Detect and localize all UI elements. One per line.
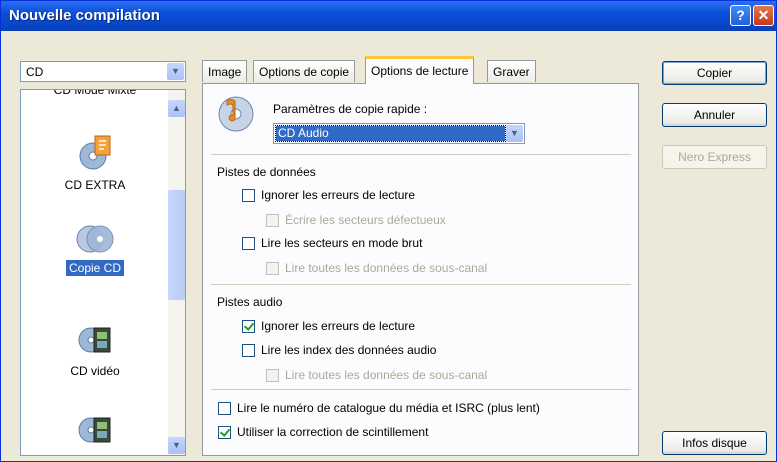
write-bad-sectors-label: Écrire les secteurs défectueux xyxy=(285,213,446,227)
chevron-down-icon[interactable]: ▼ xyxy=(506,125,523,142)
list-item-video-cd[interactable]: CD vidéo xyxy=(21,318,169,379)
tab-read-options[interactable]: Options de lecture xyxy=(365,56,475,84)
divider xyxy=(211,389,631,390)
tab-copy-options[interactable]: Options de copie xyxy=(253,60,356,82)
video-cd-icon xyxy=(78,327,111,353)
help-icon: ? xyxy=(736,7,745,23)
tab-burn[interactable]: Graver xyxy=(487,60,536,82)
ignore-read-errors-data-label: Ignorer les erreurs de lecture xyxy=(261,188,416,202)
list-scrollbar[interactable]: ▲ ▼ xyxy=(168,90,185,455)
cd-copy-icon xyxy=(76,225,114,253)
read-subchannel-data-label: Lire toutes les données de sous-canal xyxy=(285,261,488,275)
nero-express-button-label: Nero Express xyxy=(678,150,751,164)
divider xyxy=(211,154,631,155)
copy-button[interactable]: Copier xyxy=(662,61,767,85)
read-audio-index-label: Lire les index des données audio xyxy=(261,343,437,357)
tab-label: Graver xyxy=(493,65,530,79)
read-subchannel-audio-checkbox[interactable] xyxy=(266,369,279,382)
close-icon: ✕ xyxy=(757,7,770,23)
read-subchannel-data-checkbox[interactable] xyxy=(266,262,279,275)
ignore-read-errors-audio-checkbox[interactable] xyxy=(242,320,255,333)
read-options-panel: Paramètres de copie rapide : CD Audio ▼ … xyxy=(202,83,639,456)
quick-copy-select[interactable]: CD Audio ▼ xyxy=(273,123,525,144)
disc-info-button-label: Infos disque xyxy=(682,436,747,450)
list-item-label: CD Mode Mixte xyxy=(53,89,137,97)
scroll-up-button[interactable]: ▲ xyxy=(168,100,185,117)
tab-label: Image xyxy=(208,65,242,79)
ignore-read-errors-data-checkbox[interactable] xyxy=(242,189,255,202)
list-item-video-cd-2[interactable] xyxy=(21,408,169,448)
compilation-list[interactable]: CD Mode Mixte CD EXTRA Copie CD CD vidéo… xyxy=(20,89,186,456)
quick-copy-label: Paramètres de copie rapide : xyxy=(273,102,428,116)
scroll-down-button[interactable]: ▼ xyxy=(168,437,185,454)
tab-image[interactable]: Image xyxy=(202,60,248,82)
tab-label: Options de lecture xyxy=(371,64,469,78)
jitter-correction-label: Utiliser la correction de scintillement xyxy=(237,425,429,439)
jitter-correction-checkbox[interactable] xyxy=(218,426,231,439)
help-button[interactable]: ? xyxy=(730,5,751,26)
list-item-cd-extra[interactable]: CD EXTRA xyxy=(21,132,169,193)
ignore-read-errors-audio-label: Ignorer les erreurs de lecture xyxy=(261,319,416,333)
data-tracks-heading: Pistes de données xyxy=(217,165,316,179)
quick-copy-value: CD Audio xyxy=(275,125,506,142)
cancel-button[interactable]: Annuler xyxy=(662,103,767,127)
title-bar[interactable]: Nouvelle compilation ? ✕ xyxy=(1,1,776,31)
divider xyxy=(211,284,631,285)
list-item-label: Copie CD xyxy=(64,259,126,277)
compilation-type-select[interactable]: CD ▼ xyxy=(20,61,186,82)
read-raw-label: Lire les secteurs en mode brut xyxy=(261,236,423,250)
cd-extra-icon xyxy=(79,135,111,170)
copy-button-label: Copier xyxy=(696,66,733,80)
chevron-up-icon: ▲ xyxy=(172,103,181,113)
nero-express-button[interactable]: Nero Express xyxy=(662,145,767,169)
scroll-thumb[interactable] xyxy=(168,190,185,300)
chevron-down-icon: ▼ xyxy=(172,440,181,450)
dialog-window: Nouvelle compilation ? ✕ CD ▼ CD Mode Mi… xyxy=(0,0,777,462)
read-isrc-label: Lire le numéro de catalogue du média et … xyxy=(237,401,540,415)
read-subchannel-audio-label: Lire toutes les données de sous-canal xyxy=(285,368,488,382)
compilation-type-value: CD xyxy=(26,65,44,79)
video-cd-icon xyxy=(78,417,111,443)
read-isrc-checkbox[interactable] xyxy=(218,402,231,415)
list-item-label: CD EXTRA xyxy=(64,178,126,192)
audio-cd-icon xyxy=(218,96,254,132)
list-item-cd-copy[interactable]: Copie CD xyxy=(21,223,169,277)
list-item-label: CD vidéo xyxy=(70,364,120,378)
audio-tracks-heading: Pistes audio xyxy=(217,295,283,309)
cancel-button-label: Annuler xyxy=(693,108,736,122)
write-bad-sectors-checkbox[interactable] xyxy=(266,214,279,227)
read-audio-index-checkbox[interactable] xyxy=(242,344,255,357)
chevron-down-icon[interactable]: ▼ xyxy=(167,63,184,80)
disc-info-button[interactable]: Infos disque xyxy=(662,431,767,455)
tab-label: Options de copie xyxy=(259,65,350,79)
read-raw-checkbox[interactable] xyxy=(242,237,255,250)
window-title: Nouvelle compilation xyxy=(9,7,160,24)
list-item-cd-mixed[interactable]: CD Mode Mixte xyxy=(21,89,169,98)
close-button[interactable]: ✕ xyxy=(753,5,774,26)
